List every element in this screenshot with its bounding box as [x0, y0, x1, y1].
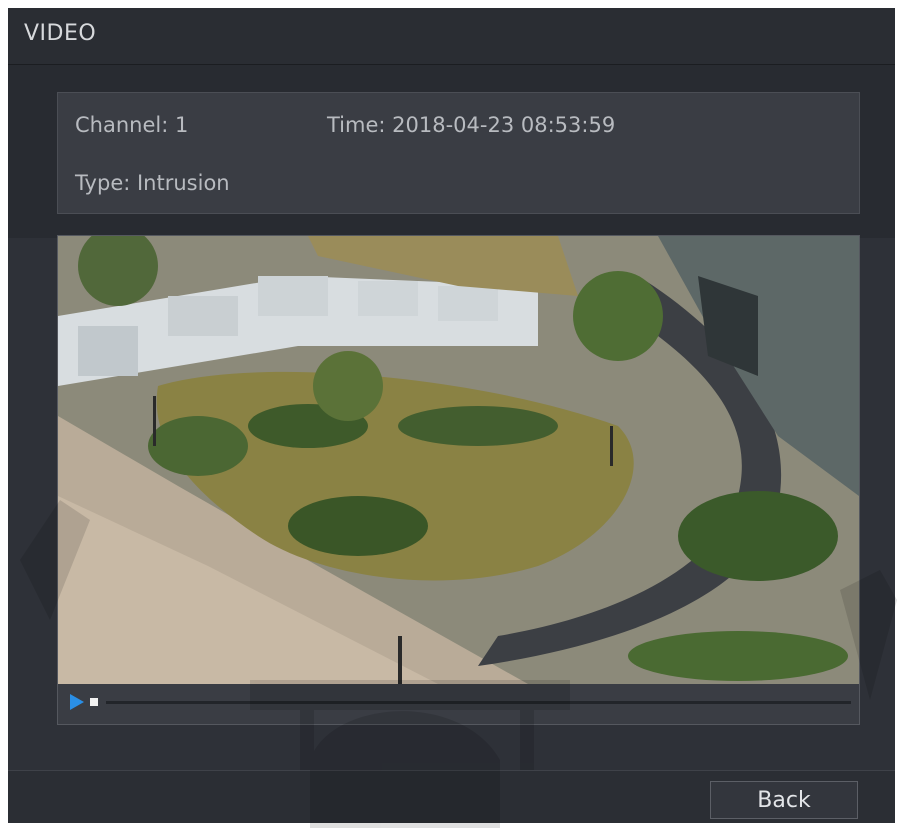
- window-title: VIDEO: [24, 21, 97, 46]
- event-info-panel: Channel: 1 Time: 2018-04-23 08:53:59 Typ…: [57, 92, 860, 214]
- video-snapshot: [58, 236, 859, 684]
- type-label: Type: Intrusion: [75, 171, 230, 195]
- video-player[interactable]: [57, 235, 860, 725]
- back-button[interactable]: Back: [710, 781, 858, 819]
- play-icon[interactable]: [70, 694, 84, 710]
- channel-label: Channel: 1: [75, 113, 189, 137]
- time-label: Time: 2018-04-23 08:53:59: [327, 113, 616, 137]
- footer-bar: Back: [8, 770, 895, 823]
- progress-bar[interactable]: [106, 701, 851, 704]
- playback-controls: [58, 684, 859, 724]
- title-bar: VIDEO: [8, 8, 895, 65]
- video-dialog: VIDEO Channel: 1 Time: 2018-04-23 08:53:…: [8, 8, 895, 823]
- stop-icon[interactable]: [90, 698, 98, 706]
